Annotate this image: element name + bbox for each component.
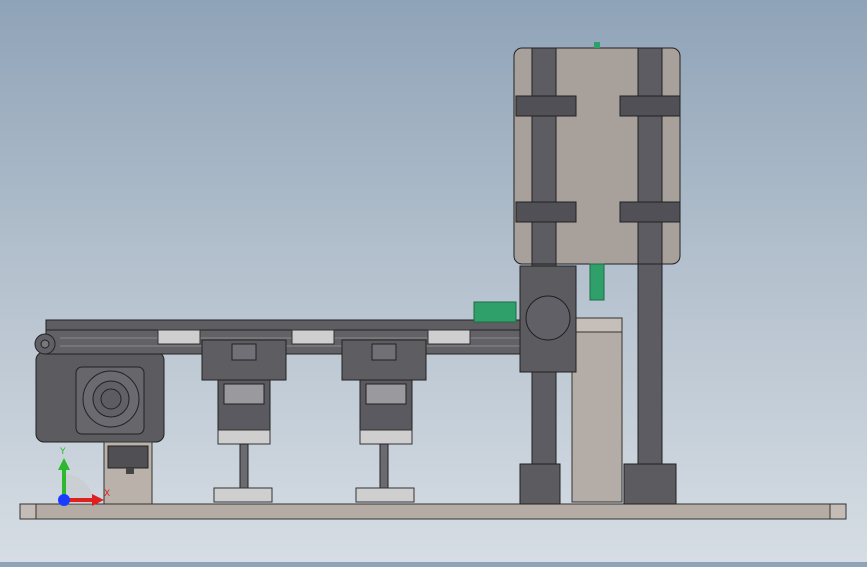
triad-y-arrow — [58, 458, 70, 470]
coordinate-triad[interactable]: Y X — [58, 447, 110, 506]
rail-clamp[interactable] — [291, 329, 335, 345]
conveyor-rail-top[interactable] — [45, 319, 523, 331]
motor-shaft — [100, 388, 122, 410]
nozzle-bottom[interactable] — [589, 263, 605, 301]
cylinder-block-1-top — [223, 383, 265, 405]
triad-z-axis — [58, 494, 70, 506]
lower-support-box[interactable] — [571, 317, 623, 503]
column-mount-right[interactable] — [623, 463, 677, 505]
leveling-foot-2-base[interactable] — [355, 487, 415, 503]
cad-viewport[interactable]: Y X — [0, 0, 867, 562]
rail-clamp[interactable] — [427, 329, 471, 345]
nozzle-top — [594, 42, 600, 48]
column-mount-left[interactable] — [519, 463, 561, 505]
base-plate-end-right — [829, 503, 847, 520]
guide-carriage-2-cap — [371, 343, 397, 361]
motor-support-screw — [126, 468, 134, 474]
triad-y-label: Y — [59, 447, 66, 457]
housing-clamp[interactable] — [515, 201, 577, 223]
motor-support-slot — [107, 445, 149, 469]
lower-support-top — [571, 317, 623, 333]
leveling-foot-1-rod[interactable] — [239, 443, 249, 489]
rail-clamp[interactable] — [157, 329, 201, 345]
leveling-foot-1-base[interactable] — [213, 487, 273, 503]
upper-housing-column-right — [637, 47, 663, 265]
cylinder-block-2-top — [365, 383, 407, 405]
guide-carriage-1-cap — [231, 343, 257, 361]
cylinder-collar-1 — [217, 429, 271, 445]
cylinder-collar-2 — [359, 429, 413, 445]
sensor-module[interactable] — [473, 301, 517, 323]
upper-housing-column-left — [531, 47, 557, 265]
assembly-view[interactable]: Y X — [0, 0, 867, 562]
base-plate[interactable] — [19, 503, 847, 520]
housing-clamp[interactable] — [619, 201, 681, 223]
triad-x-label: X — [104, 489, 110, 499]
leveling-foot-2-rod[interactable] — [379, 443, 389, 489]
drive-gearbox-wheel — [525, 295, 571, 341]
conveyor-end-pulley-hub — [40, 339, 50, 349]
base-plate-end-left — [19, 503, 37, 520]
housing-clamp[interactable] — [515, 95, 577, 117]
housing-clamp[interactable] — [619, 95, 681, 117]
